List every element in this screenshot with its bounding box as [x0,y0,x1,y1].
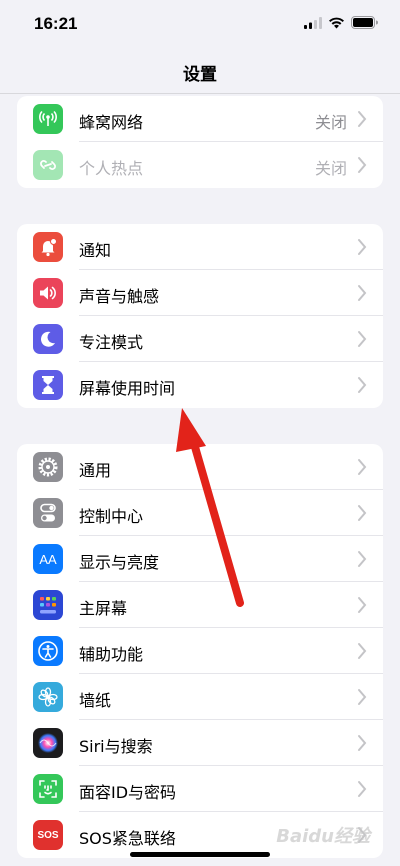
row-label: 控制中心 [79,507,144,526]
settings-row-notifications[interactable]: 通知 [17,224,383,270]
network-group: 蜂窝网络 关闭 个人热点 关闭 [17,96,383,188]
chevron-right-icon [358,459,367,475]
settings-row-display[interactable]: AA 显示与亮度 [17,536,383,582]
hourglass-icon [33,370,63,400]
settings-row-face-id[interactable]: 面容ID与密码 [17,766,383,812]
settings-row-screen-time[interactable]: 屏幕使用时间 [17,362,383,408]
row-label: 个人热点 [79,159,144,178]
chevron-right-icon [358,781,367,797]
row-label: Siri与搜索 [79,737,153,756]
page-title: 设置 [183,65,217,85]
chevron-right-icon [358,377,367,393]
row-label: 主屏幕 [79,599,128,618]
siri-icon [33,728,63,758]
row-label: 通用 [79,461,112,480]
chevron-right-icon [358,239,367,255]
general-group: 通用 控制中心 AA 显示与亮度 主屏幕 辅助功能 墙纸 Siri与搜索 面容I… [17,444,383,858]
row-label: 面容ID与密码 [79,783,177,802]
text-size-glyph: AA [39,551,57,567]
status-bar: 16:21 [0,0,400,50]
status-time: 16:21 [34,14,78,33]
accessibility-icon [33,636,63,666]
row-label: 通知 [79,241,112,260]
bell-icon [33,232,63,262]
settings-row-wallpaper[interactable]: 墙纸 [17,674,383,720]
chevron-right-icon [358,643,367,659]
settings-row-siri[interactable]: Siri与搜索 [17,720,383,766]
moon-icon [33,324,63,354]
settings-row-general[interactable]: 通用 [17,444,383,490]
settings-row-hotspot[interactable]: 个人热点 关闭 [17,142,383,188]
settings-row-focus[interactable]: 专注模式 [17,316,383,362]
signal-icon [304,16,322,29]
row-label: 屏幕使用时间 [79,379,176,398]
nav-divider [0,93,400,94]
settings-row-accessibility[interactable]: 辅助功能 [17,628,383,674]
chevron-right-icon [358,735,367,751]
row-label: 辅助功能 [79,645,144,664]
sos-icon: SOS [33,820,63,850]
flower-icon [33,682,63,712]
row-value: 关闭 [314,159,347,178]
settings-row-home-screen[interactable]: 主屏幕 [17,582,383,628]
row-label: 蜂窝网络 [79,113,144,132]
row-label: 显示与亮度 [79,553,160,572]
settings-row-cellular[interactable]: 蜂窝网络 关闭 [17,96,383,142]
home-indicator[interactable] [130,852,270,857]
chevron-right-icon [358,551,367,567]
chevron-right-icon [358,689,367,705]
chevron-right-icon [358,285,367,301]
toggles-icon [33,498,63,528]
notifications-group: 通知 声音与触感 专注模式 屏幕使用时间 [17,224,383,408]
battery-icon [351,16,378,29]
gear-icon [33,452,63,482]
settings-row-sounds[interactable]: 声音与触感 [17,270,383,316]
home-grid-icon [33,590,63,620]
chevron-right-icon [358,505,367,521]
chevron-right-icon [358,597,367,613]
settings-row-control-center[interactable]: 控制中心 [17,490,383,536]
chevron-right-icon [358,331,367,347]
faceid-icon [33,774,63,804]
speaker-icon [33,278,63,308]
row-label: 声音与触感 [79,287,160,306]
chevron-right-icon [358,111,367,127]
cellular-icon [33,104,63,134]
text-size-icon: AA [33,544,63,574]
row-label: 专注模式 [79,333,144,352]
hotspot-icon [33,150,63,180]
row-label: 墙纸 [79,691,112,710]
sos-glyph: SOS [37,829,59,841]
wifi-icon [329,17,344,28]
chevron-right-icon [358,157,367,173]
watermark: Baidu经验 [276,826,370,847]
row-value: 关闭 [314,113,347,132]
status-icons [304,16,378,29]
row-label: SOS紧急联络 [79,829,176,848]
